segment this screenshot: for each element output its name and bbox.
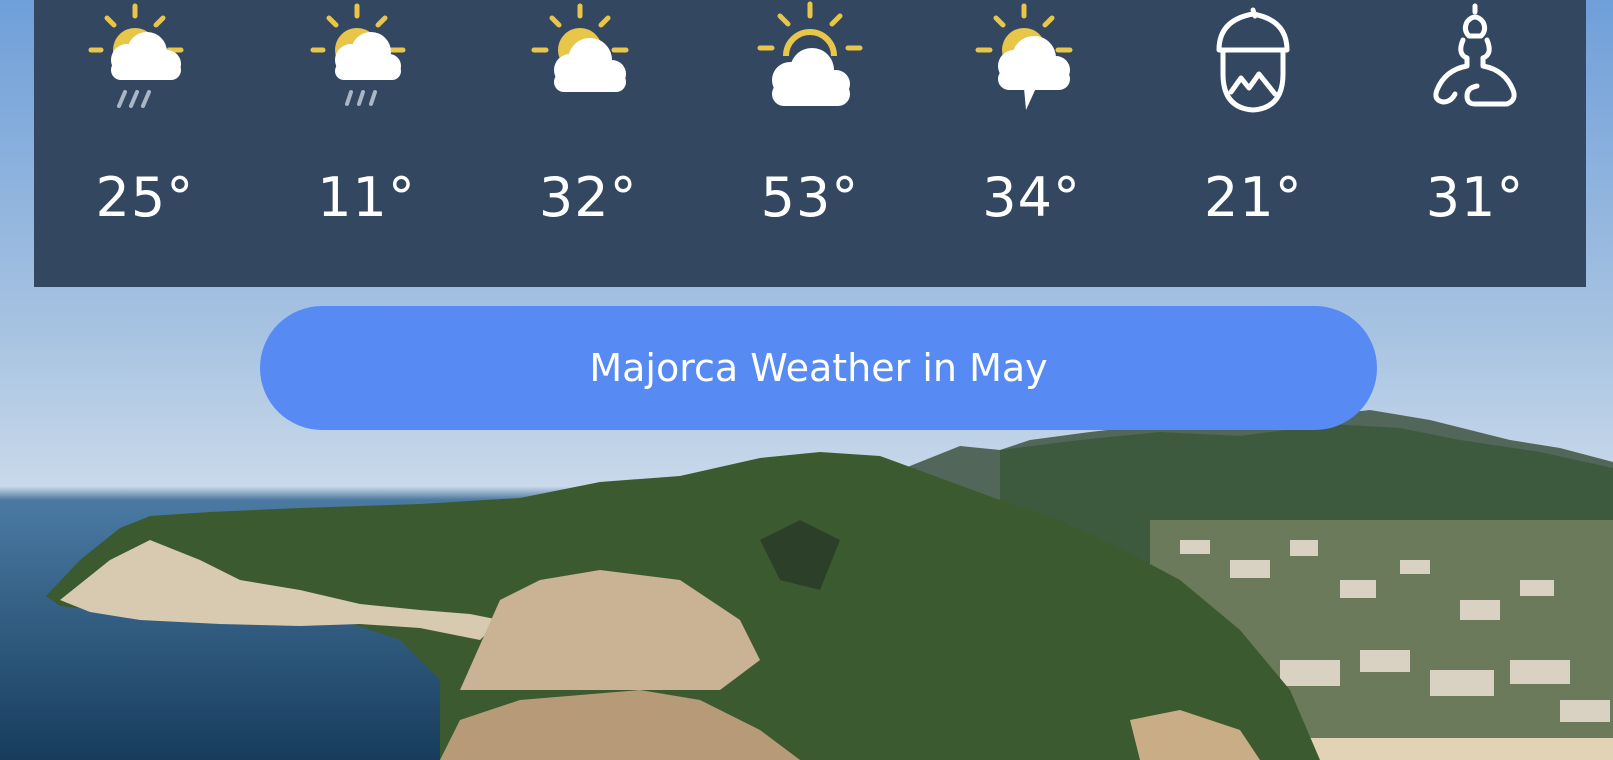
sun-cloud-thunder-icon [975,3,1073,110]
forecast-day: 11° [267,0,467,287]
sun-behind-cloud-icon [757,1,863,106]
acorn-mountain-icon [1216,7,1290,113]
forecast-day: 25° [45,0,245,287]
sun-cloud-icon [531,3,629,92]
forecast-day: 34° [932,0,1132,287]
forecast-day: 21° [1153,0,1353,287]
temperature-value: 11° [317,166,416,229]
sun-cloud-drizzle-icon [310,3,406,106]
temperature-value: 53° [760,166,860,229]
weather-forecast-panel: 25° 11° 32° 53° 34° 21° 31° [34,0,1586,287]
forecast-day: 53° [710,0,910,287]
forecast-day: 32° [488,0,688,287]
page-title-banner[interactable]: Majorca Weather in May [260,306,1377,430]
temperature-value: 25° [95,166,195,229]
temperature-value: 34° [982,166,1082,229]
meditation-figure-icon [1433,3,1517,107]
temperature-value: 31° [1425,166,1525,229]
temperature-value: 32° [538,166,638,229]
temperature-value: 21° [1204,166,1303,229]
sun-cloud-rain-icon [88,3,184,108]
forecast-day: 31° [1375,0,1575,287]
